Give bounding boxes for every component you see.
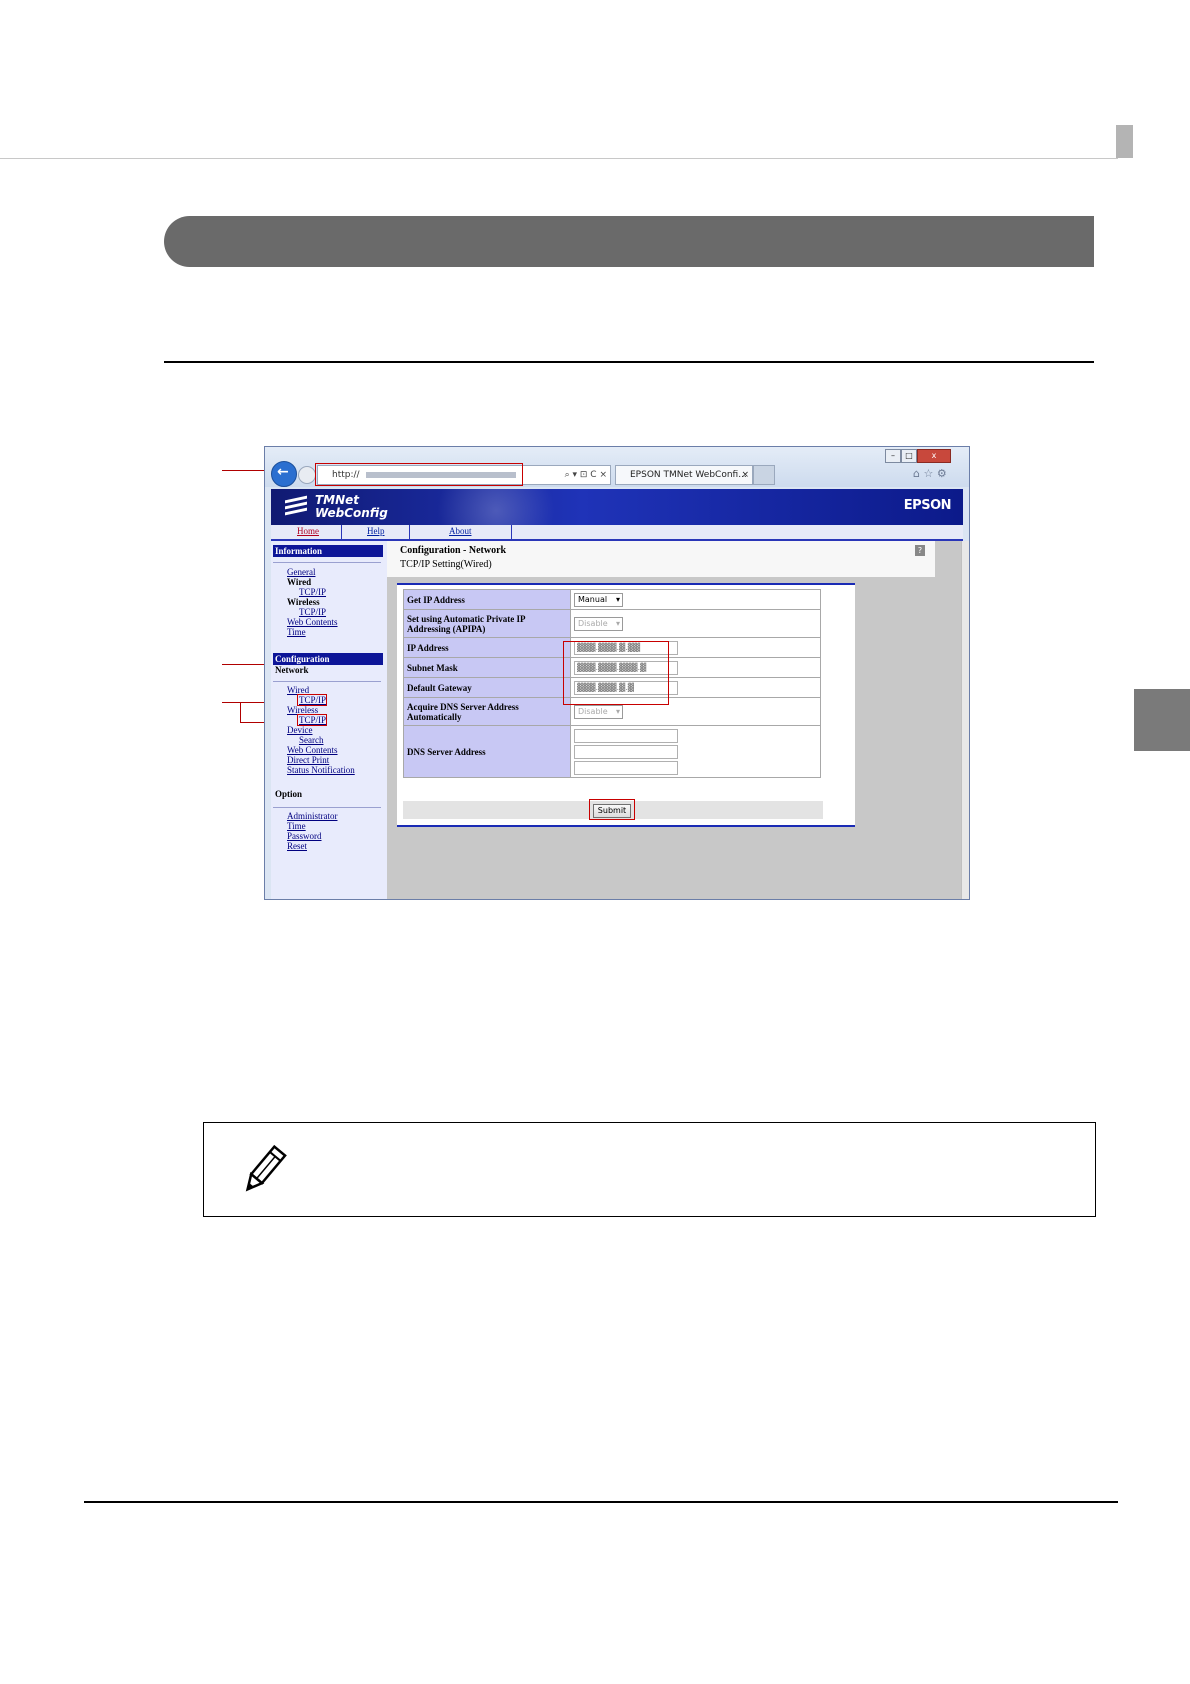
get-ip-select[interactable]: Manual ▾ <box>574 592 623 607</box>
bottom-rule <box>84 1501 1118 1503</box>
dns-server-input-2[interactable] <box>574 744 678 759</box>
dns-auto-label: Acquire DNS Server Address Automatically <box>403 697 571 726</box>
browser-tab-webconfig[interactable]: EPSON TMNet WebConfi... × <box>615 465 753 485</box>
help-icon[interactable]: ? <box>915 545 925 556</box>
apipa-select[interactable]: Disable ▾ <box>574 616 623 631</box>
nav-about[interactable]: About <box>449 526 472 536</box>
epson-logo: EPSON <box>903 498 952 513</box>
webconfig-title-line2: WebConfig <box>315 506 388 520</box>
callout-line-menu-vertical <box>240 702 241 723</box>
default-gateway-label: Default Gateway <box>403 677 571 698</box>
dns-server-input-3[interactable] <box>574 760 678 775</box>
sidebar-item-cfg-web-contents[interactable]: Web Contents <box>287 745 338 755</box>
sidebar-item-wireless-tcpip[interactable]: TCP/IP <box>299 607 326 617</box>
apipa-label: Set using Automatic Private IP Addressin… <box>403 609 571 638</box>
note-box <box>203 1122 1096 1217</box>
sidebar-item-device[interactable]: Device <box>287 725 312 735</box>
sidebar-item-web-contents[interactable]: Web Contents <box>287 617 338 627</box>
close-window-button[interactable]: x <box>917 449 951 463</box>
sidebar-group-wired: Wired <box>287 577 312 587</box>
sidebar-divider <box>273 681 381 682</box>
search-icon[interactable]: ⌕ ▾ ⊡ C × <box>565 466 607 484</box>
browser-screenshot: ← http:// ⌕ ▾ ⊡ C × EPSON TMNet WebConfi… <box>264 446 970 900</box>
tab-title: EPSON TMNet WebConfi... <box>630 470 747 480</box>
dns-server-input-1[interactable] <box>574 728 678 743</box>
sidebar-item-direct-print[interactable]: Direct Print <box>287 755 329 765</box>
heading-rule <box>164 361 1094 363</box>
new-tab-button[interactable] <box>753 465 775 485</box>
sidebar-group-option: Option <box>275 789 303 799</box>
table-row: Get IP Address Manual ▾ <box>403 589 821 610</box>
subnet-mask-label: Subnet Mask <box>403 657 571 678</box>
webconfig-main: Configuration - Network TCP/IP Setting(W… <box>387 541 963 899</box>
top-page-tab <box>1116 125 1133 158</box>
section-title-bar <box>164 216 1094 267</box>
sidebar-item-general[interactable]: General <box>287 567 315 577</box>
get-ip-label: Get IP Address <box>403 589 571 610</box>
table-row: DNS Server Address <box>403 725 821 778</box>
minimize-button[interactable]: – <box>885 449 901 463</box>
sidebar-item-wired-tcpip[interactable]: TCP/IP <box>299 587 326 597</box>
sidebar-item-search[interactable]: Search <box>299 735 324 745</box>
page-subtitle: TCP/IP Setting(Wired) <box>400 559 492 570</box>
pencil-note-icon <box>245 1144 287 1192</box>
dns-auto-select[interactable]: Disable ▾ <box>574 704 623 719</box>
highlight-box-address-bar <box>315 463 523 486</box>
main-header: Configuration - Network TCP/IP Setting(W… <box>387 541 935 577</box>
banner-decoration <box>401 489 591 525</box>
nav-separator <box>341 525 342 539</box>
arrow-left-icon: ← <box>277 464 289 480</box>
tcpip-form-panel: Get IP Address Manual ▾ Set using Automat… <box>397 583 855 827</box>
sidebar-group-network: Network <box>275 665 309 675</box>
callout-line-address <box>222 470 270 471</box>
submit-bar: Submit <box>403 799 823 820</box>
sidebar-item-opt-time[interactable]: Time <box>287 821 306 831</box>
top-rule <box>0 158 1118 159</box>
chapter-side-tab <box>1134 689 1190 751</box>
ip-address-label: IP Address <box>403 637 571 658</box>
tab-close-icon[interactable]: × <box>741 466 749 484</box>
sidebar-header-configuration: Configuration <box>273 653 383 665</box>
sidebar-item-reset[interactable]: Reset <box>287 841 307 851</box>
nav-help[interactable]: Help <box>367 526 385 536</box>
toolbar-home-star-gear-icons[interactable]: ⌂ ☆ ⚙ <box>913 467 947 480</box>
forward-button[interactable] <box>298 466 316 484</box>
webconfig-banner: TMNet WebConfig EPSON <box>271 489 963 525</box>
dns-server-label: DNS Server Address <box>403 725 571 778</box>
sidebar-group-wireless: Wireless <box>287 597 320 607</box>
scrollbar[interactable] <box>961 541 969 899</box>
chevron-down-icon: ▾ <box>615 618 620 628</box>
table-row: Set using Automatic Private IP Addressin… <box>403 609 821 638</box>
chevron-down-icon: ▾ <box>615 706 620 716</box>
back-button[interactable]: ← <box>271 461 297 487</box>
webconfig-sidebar: Information General Wired TCP/IP Wireles… <box>271 541 387 899</box>
chevron-down-icon: ▾ <box>615 594 620 604</box>
submit-button[interactable]: Submit <box>593 804 631 818</box>
nav-separator <box>409 525 410 539</box>
sidebar-divider <box>273 562 381 563</box>
sidebar-item-password[interactable]: Password <box>287 831 322 841</box>
tmnet-logo-icon <box>285 495 307 519</box>
webconfig-title-line1: TMNet <box>315 493 360 507</box>
callout-line-menu <box>222 702 241 703</box>
maximize-button[interactable]: □ <box>901 449 917 463</box>
page-title: Configuration - Network <box>400 545 507 556</box>
sidebar-item-administrator[interactable]: Administrator <box>287 811 338 821</box>
nav-home[interactable]: Home <box>297 526 319 536</box>
sidebar-divider <box>273 807 381 808</box>
sidebar-item-time[interactable]: Time <box>287 627 306 637</box>
sidebar-header-information: Information <box>273 545 383 557</box>
sidebar-item-status-notification[interactable]: Status Notification <box>287 765 355 775</box>
highlight-box-address-fields <box>563 641 669 705</box>
nav-separator <box>511 525 512 539</box>
webconfig-nav: Home Help About <box>271 525 963 541</box>
